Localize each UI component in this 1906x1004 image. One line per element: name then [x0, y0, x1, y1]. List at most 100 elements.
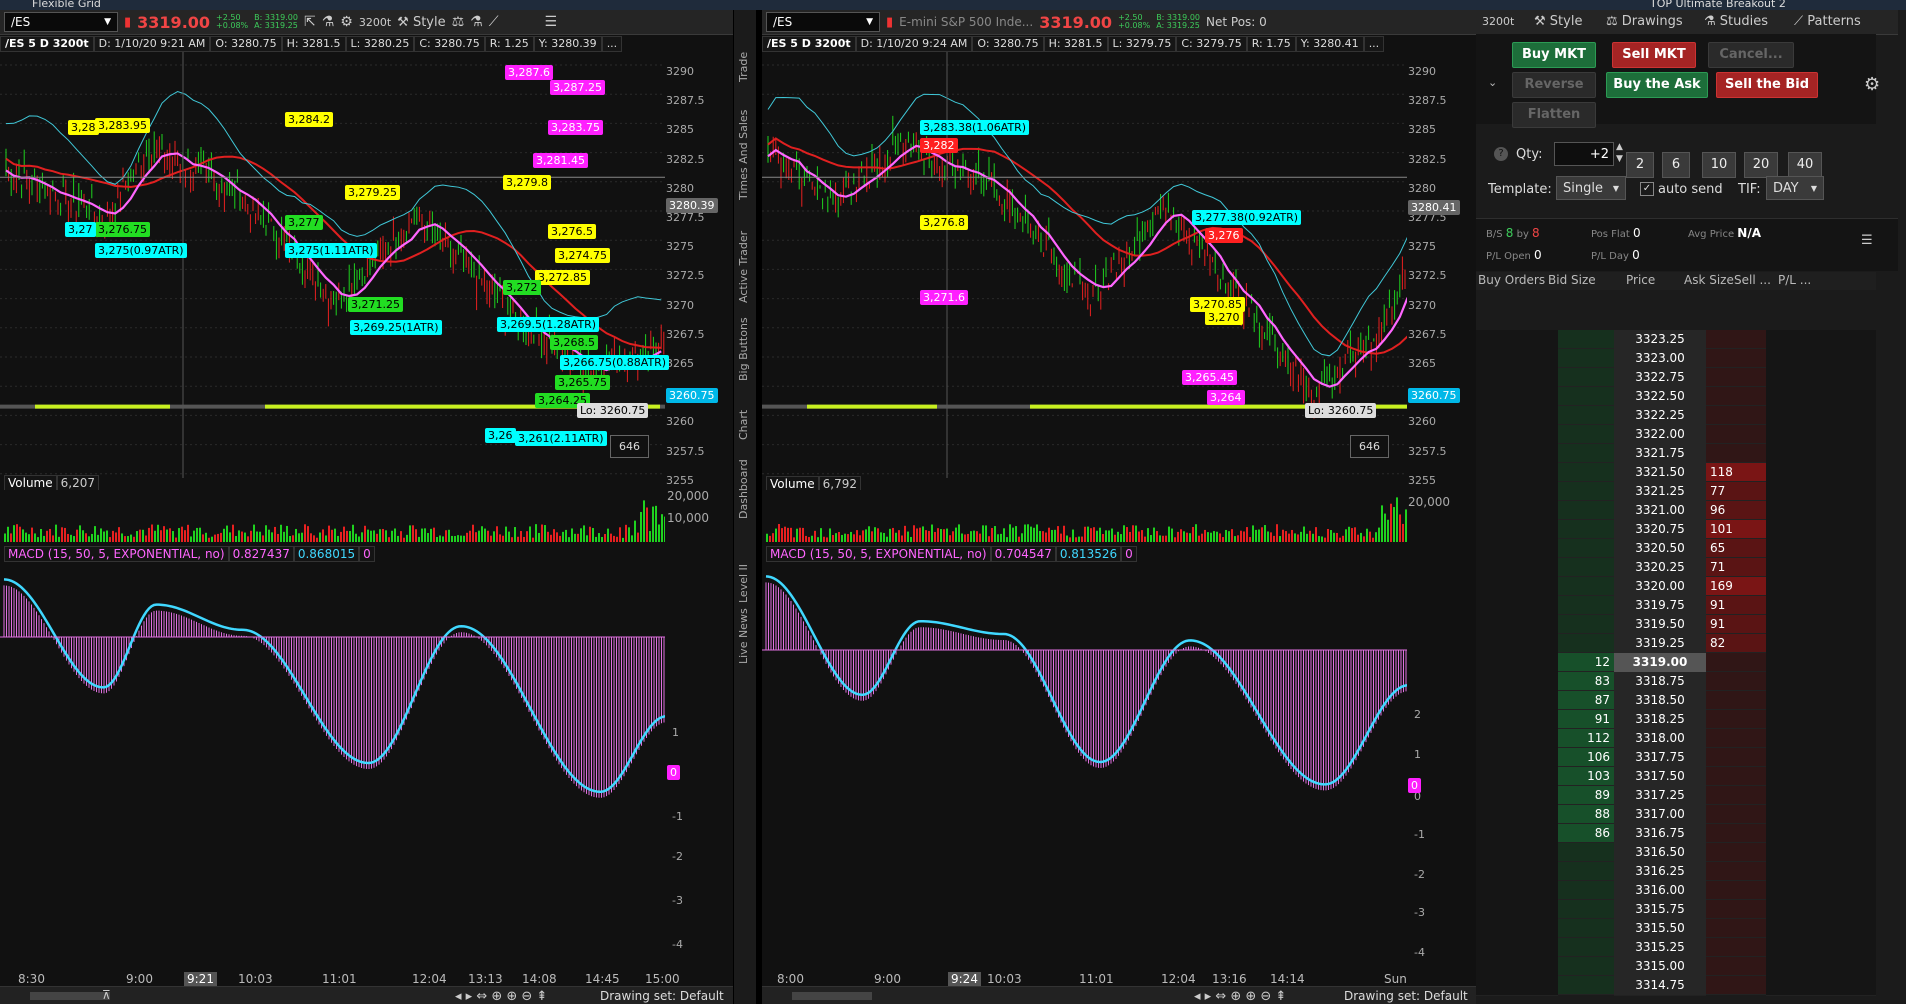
ladder-row[interactable]: 3316.00 [1476, 881, 1898, 901]
bid-size-cell[interactable] [1558, 368, 1614, 387]
buy-orders-cell[interactable] [1476, 539, 1558, 559]
bid-size-cell[interactable] [1558, 919, 1614, 938]
sell-orders-cell[interactable] [1766, 881, 1818, 901]
sell-orders-cell[interactable] [1766, 349, 1818, 369]
buy-orders-cell[interactable] [1476, 938, 1558, 958]
ladder-row[interactable]: 103 3317.50 [1476, 767, 1898, 787]
ask-size-cell[interactable]: 82 [1706, 634, 1766, 653]
tif-select[interactable]: DAY ▼ [1766, 176, 1824, 200]
ladder-row[interactable]: 3314.75 [1476, 976, 1898, 996]
bid-size-cell[interactable] [1558, 596, 1614, 615]
bid-size-cell[interactable]: 88 [1558, 805, 1614, 824]
ask-size-cell[interactable] [1706, 938, 1766, 957]
ladder-row[interactable]: 3316.50 [1476, 843, 1898, 863]
ladder-row[interactable]: 3323.00 [1476, 349, 1898, 369]
ask-size-cell[interactable] [1706, 653, 1766, 672]
template-select[interactable]: Single ▼ [1556, 176, 1626, 200]
sell-orders-cell[interactable] [1766, 539, 1818, 559]
symbol-selector[interactable]: /ES ▼ [766, 12, 880, 32]
buy-orders-cell[interactable] [1476, 653, 1558, 673]
ladder-row[interactable]: 3323.25 [1476, 330, 1898, 350]
macd-chart-left[interactable] [0, 562, 665, 968]
sell-orders-cell[interactable] [1766, 596, 1818, 616]
share-icon[interactable]: ⇱ [304, 14, 316, 30]
ladder-row[interactable]: 3321.50 118 [1476, 463, 1898, 483]
ask-size-cell[interactable] [1706, 387, 1766, 406]
sell-orders-cell[interactable] [1766, 805, 1818, 825]
sell-orders-cell[interactable] [1766, 710, 1818, 730]
bid-size-cell[interactable] [1558, 577, 1614, 596]
symbol-selector[interactable]: /ES ▼ [4, 12, 118, 32]
bid-size-cell[interactable] [1558, 976, 1614, 995]
sell-orders-cell[interactable] [1766, 501, 1818, 521]
bid-size-cell[interactable] [1558, 634, 1614, 653]
ladder-row[interactable]: 3320.75 101 [1476, 520, 1898, 540]
scrollbar[interactable] [792, 992, 872, 1000]
buy-orders-cell[interactable] [1476, 406, 1558, 426]
buy-orders-cell[interactable] [1476, 444, 1558, 464]
buy-orders-cell[interactable] [1476, 520, 1558, 540]
ask-size-cell[interactable] [1706, 672, 1766, 691]
nav-icons[interactable]: ◂ ▸ ⇔ ⊕ ⊕ ⊖ ⇞ [1194, 989, 1286, 1004]
sell-orders-cell[interactable] [1766, 406, 1818, 426]
zoom-selector[interactable]: 3200t [1482, 15, 1514, 28]
ask-size-cell[interactable] [1706, 767, 1766, 786]
ladder-row[interactable]: 3321.75 [1476, 444, 1898, 464]
bid-size-cell[interactable]: 89 [1558, 786, 1614, 805]
sell-orders-cell[interactable] [1766, 843, 1818, 863]
bid-size-cell[interactable] [1558, 501, 1614, 520]
bid-size-cell[interactable] [1558, 843, 1614, 862]
bid-size-cell[interactable] [1558, 463, 1614, 482]
ask-size-cell[interactable] [1706, 862, 1766, 881]
bid-size-cell[interactable] [1558, 406, 1614, 425]
sell-orders-cell[interactable] [1766, 919, 1818, 939]
ask-size-cell[interactable] [1706, 843, 1766, 862]
ask-size-cell[interactable] [1706, 729, 1766, 748]
ask-size-cell[interactable] [1706, 710, 1766, 729]
buy-orders-cell[interactable] [1476, 691, 1558, 711]
zoom-selector[interactable]: 3200t [359, 16, 391, 29]
buy-orders-cell[interactable] [1476, 710, 1558, 730]
link-icon[interactable]: ▮ [886, 15, 893, 30]
macd-chart-right[interactable] [762, 562, 1407, 968]
ask-size-cell[interactable]: 118 [1706, 463, 1766, 482]
sell-orders-cell[interactable] [1766, 862, 1818, 882]
help-icon[interactable]: ? [1494, 147, 1508, 161]
ask-size-cell[interactable] [1706, 748, 1766, 767]
qty-preset-button[interactable]: 6 [1662, 152, 1690, 178]
buy-orders-cell[interactable] [1476, 463, 1558, 483]
ladder-row[interactable]: 3322.50 [1476, 387, 1898, 407]
bid-size-cell[interactable] [1558, 957, 1614, 976]
buy-orders-cell[interactable] [1476, 387, 1558, 407]
buy-orders-cell[interactable] [1476, 748, 1558, 768]
bid-size-cell[interactable] [1558, 387, 1614, 406]
ask-size-cell[interactable] [1706, 425, 1766, 444]
sell-orders-cell[interactable] [1766, 482, 1818, 502]
bid-size-cell[interactable] [1558, 349, 1614, 368]
ask-size-cell[interactable] [1706, 919, 1766, 938]
sell-orders-cell[interactable] [1766, 577, 1818, 597]
ask-size-cell[interactable] [1706, 786, 1766, 805]
buy-orders-cell[interactable] [1476, 577, 1558, 597]
volume-chart-right[interactable] [762, 490, 1407, 542]
buy-orders-cell[interactable] [1476, 786, 1558, 806]
patterns-menu[interactable]: ⟋ Patterns [1794, 14, 1861, 29]
bid-size-cell[interactable] [1558, 558, 1614, 577]
buy-orders-cell[interactable] [1476, 634, 1558, 654]
ask-size-cell[interactable]: 71 [1706, 558, 1766, 577]
ladder-row[interactable]: 12 3319.00 [1476, 653, 1898, 673]
bid-size-cell[interactable] [1558, 938, 1614, 957]
bid-size-cell[interactable] [1558, 539, 1614, 558]
sell-orders-cell[interactable] [1766, 330, 1818, 350]
qty-preset-button[interactable]: 2 [1626, 152, 1654, 178]
link-icon[interactable]: ▮ [124, 15, 131, 30]
volume-chart-left[interactable] [0, 490, 665, 542]
bid-size-cell[interactable]: 86 [1558, 824, 1614, 843]
ladder-row[interactable]: 3319.25 82 [1476, 634, 1898, 654]
sell-orders-cell[interactable] [1766, 938, 1818, 958]
ask-size-cell[interactable]: 77 [1706, 482, 1766, 501]
bid-size-cell[interactable] [1558, 444, 1614, 463]
ask-size-cell[interactable] [1706, 406, 1766, 425]
ask-size-cell[interactable] [1706, 349, 1766, 368]
ladder-row[interactable]: 3320.25 71 [1476, 558, 1898, 578]
